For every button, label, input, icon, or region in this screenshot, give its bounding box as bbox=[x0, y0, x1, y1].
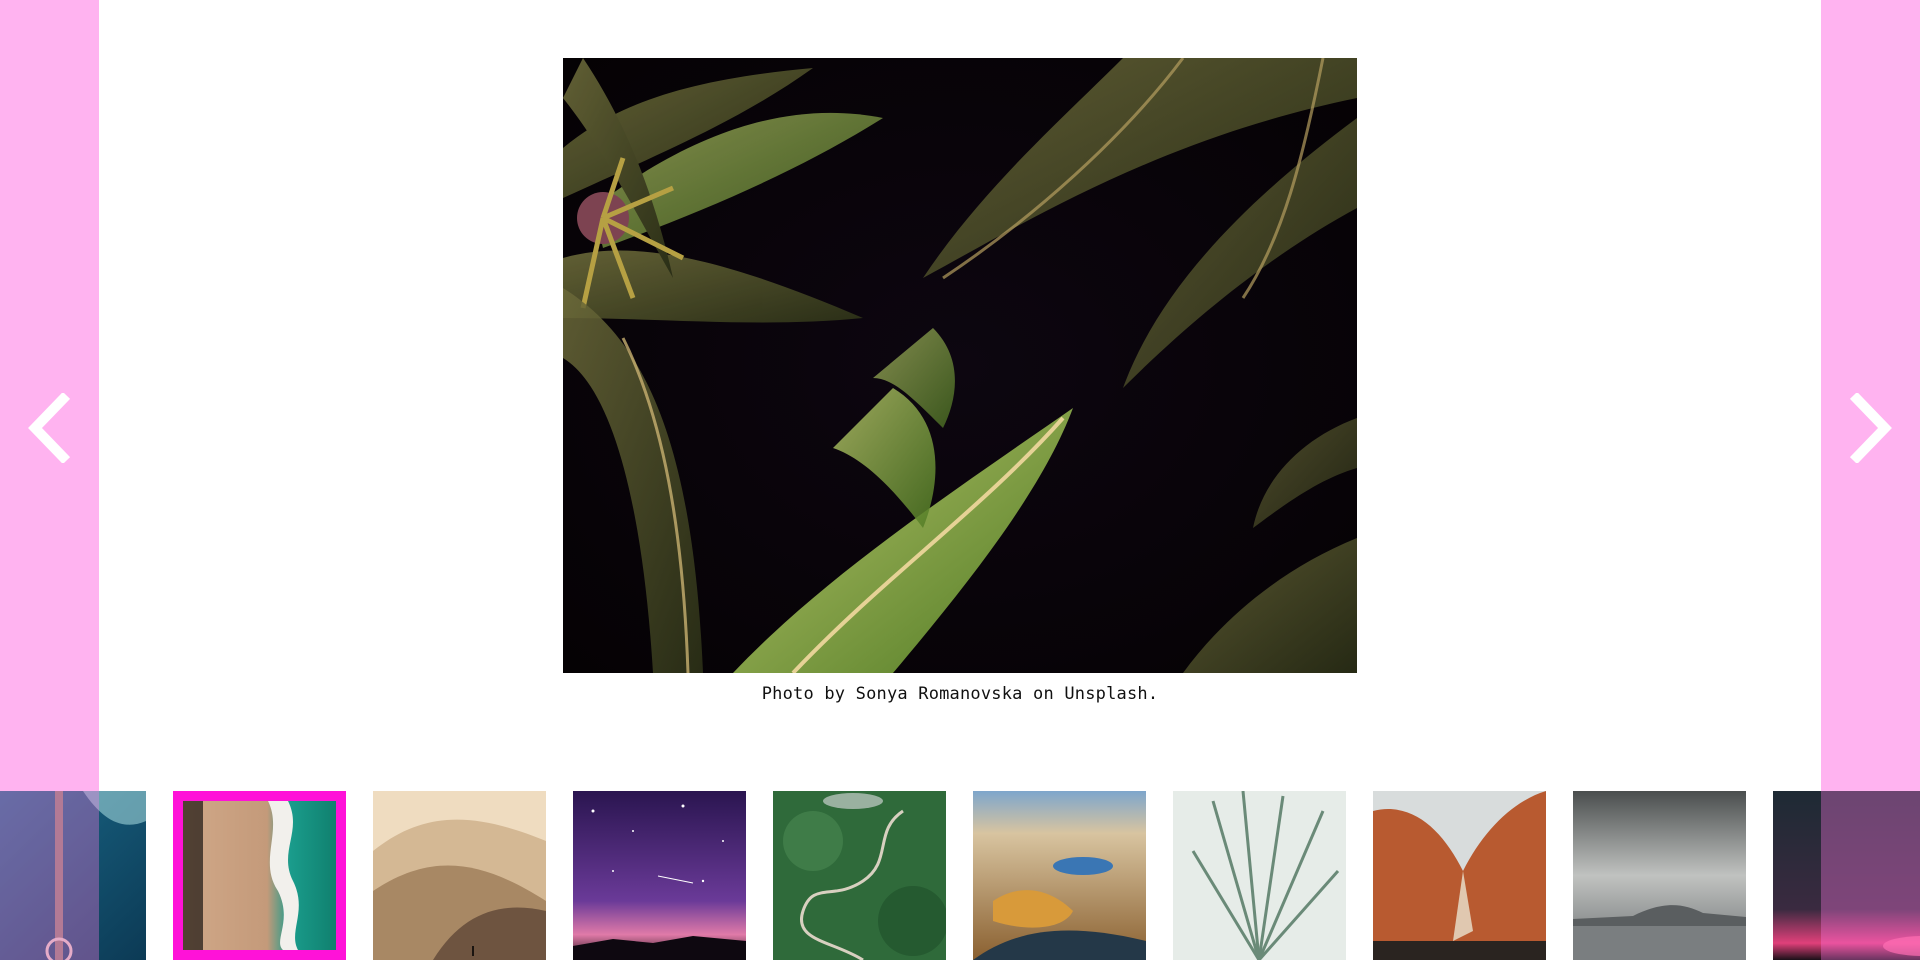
thumbnail-aerial-beach-waves[interactable] bbox=[173, 791, 346, 960]
next-photo-button[interactable] bbox=[1835, 388, 1905, 468]
thumbnail-red-rock-canyon[interactable] bbox=[1373, 791, 1546, 960]
thumbnail-starry-night-sky[interactable] bbox=[573, 791, 746, 960]
thumbnail-misty-sea-mountain[interactable] bbox=[1573, 791, 1746, 960]
thumbnail-pink-sunset-coast[interactable] bbox=[1773, 791, 1920, 960]
thumbnail-winding-forest-road[interactable] bbox=[773, 791, 946, 960]
thumbnail-aerial-ocean-pier[interactable] bbox=[0, 791, 146, 960]
main-photo bbox=[563, 58, 1357, 673]
chevron-left-icon bbox=[28, 393, 71, 463]
thumbnail-sand-dunes[interactable] bbox=[373, 791, 546, 960]
thumbnail-wetland-river-autumn[interactable] bbox=[973, 791, 1146, 960]
gallery-page: Photo by Sonya Romanovska on Unsplash. bbox=[0, 0, 1920, 960]
previous-photo-button[interactable] bbox=[15, 388, 85, 468]
chevron-right-icon bbox=[1849, 393, 1892, 463]
thumbnail-strip bbox=[0, 791, 1920, 960]
photo-caption: Photo by Sonya Romanovska on Unsplash. bbox=[761, 684, 1159, 704]
thumbnail-frosted-pine-needles[interactable] bbox=[1173, 791, 1346, 960]
